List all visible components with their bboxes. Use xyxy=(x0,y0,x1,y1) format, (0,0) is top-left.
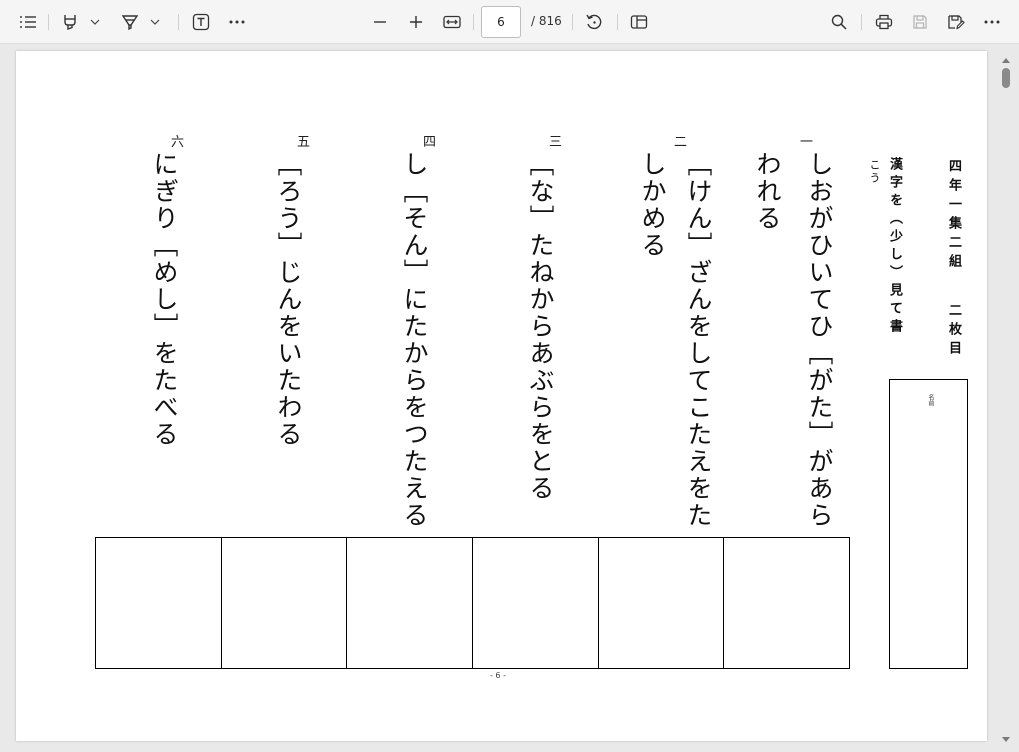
toolbar-divider xyxy=(48,14,49,30)
scroll-down-arrow-icon[interactable] xyxy=(1000,730,1012,742)
toolbar-divider xyxy=(861,14,862,30)
rotate-icon[interactable] xyxy=(582,10,606,34)
question-text: ［けん］ざんをしてこたえをた xyxy=(684,151,713,529)
page-footer: - 6 - xyxy=(490,671,506,680)
question-text: にぎり［めし］をたべる xyxy=(150,151,179,448)
pdf-page: 四年一集二組 二枚目 漢字を（少し）見て書 こう 名前 一 しおがひいてひ［がた… xyxy=(16,51,987,741)
zoom-out-icon[interactable] xyxy=(368,10,392,34)
toolbar-divider xyxy=(617,14,618,30)
pdf-viewer-window: 6 / 816 四年一集二組 二枚目 漢字を（少し）見て書 こう 名前 一 しお… xyxy=(0,0,1019,752)
print-icon[interactable] xyxy=(872,10,896,34)
name-box[interactable]: 名前 xyxy=(889,379,968,669)
search-icon[interactable] xyxy=(827,10,851,34)
question-text: ［な］たねからあぶらをとる xyxy=(526,151,555,502)
save-icon xyxy=(908,10,932,34)
answer-grid xyxy=(95,537,850,669)
page-number-input[interactable]: 6 xyxy=(481,6,521,38)
question-number: 四 xyxy=(423,135,437,150)
answer-box-3[interactable] xyxy=(472,538,598,668)
question-text: しおがひいてひ［がた］があら xyxy=(805,151,834,529)
draw-options-chevron-icon[interactable] xyxy=(148,10,162,34)
save-as-icon[interactable] xyxy=(944,10,968,34)
question-text-continued: われる xyxy=(753,151,782,232)
toolbar: 6 / 816 xyxy=(0,0,1019,44)
highlight-icon[interactable] xyxy=(58,10,82,34)
page-total: / 816 xyxy=(531,14,562,28)
contents-icon[interactable] xyxy=(16,10,40,34)
toolbar-divider xyxy=(572,14,573,30)
answer-box-6[interactable] xyxy=(96,538,221,668)
question-number: 六 xyxy=(171,135,185,150)
instruction-text-continued: こう xyxy=(868,159,881,185)
toolbar-divider xyxy=(473,14,474,30)
draw-icon[interactable] xyxy=(118,10,142,34)
name-label: 名前 xyxy=(927,394,934,406)
toolbar-divider xyxy=(178,14,179,30)
scroll-up-arrow-icon[interactable] xyxy=(1000,50,1012,63)
question-text: し［そん］にたからをつたえる xyxy=(400,151,429,529)
answer-box-2[interactable] xyxy=(597,538,724,668)
highlight-options-chevron-icon[interactable] xyxy=(88,10,102,34)
worksheet-sheet-number: 二枚目 xyxy=(946,303,961,360)
question-number: 二 xyxy=(674,135,688,150)
answer-box-1[interactable] xyxy=(723,538,849,668)
more-icon[interactable] xyxy=(980,10,1004,34)
more-icon[interactable] xyxy=(225,10,249,34)
fit-width-icon[interactable] xyxy=(440,10,464,34)
answer-box-5[interactable] xyxy=(220,538,347,668)
instruction-text: 漢字を（少し）見て書 xyxy=(887,157,902,337)
vertical-scrollbar[interactable] xyxy=(999,44,1013,744)
question-text: ［ろう］じんをいたわる xyxy=(274,151,303,448)
scrollbar-thumb[interactable] xyxy=(1002,68,1010,88)
text-icon[interactable] xyxy=(189,10,213,34)
worksheet-title: 四年一集二組 xyxy=(946,159,961,273)
question-number: 五 xyxy=(297,135,311,150)
zoom-in-icon[interactable] xyxy=(404,10,428,34)
question-number: 一 xyxy=(800,135,814,150)
answer-box-4[interactable] xyxy=(346,538,472,668)
page-view-icon[interactable] xyxy=(627,10,651,34)
question-text-continued: しかめる xyxy=(638,151,667,259)
question-number: 三 xyxy=(549,135,563,150)
